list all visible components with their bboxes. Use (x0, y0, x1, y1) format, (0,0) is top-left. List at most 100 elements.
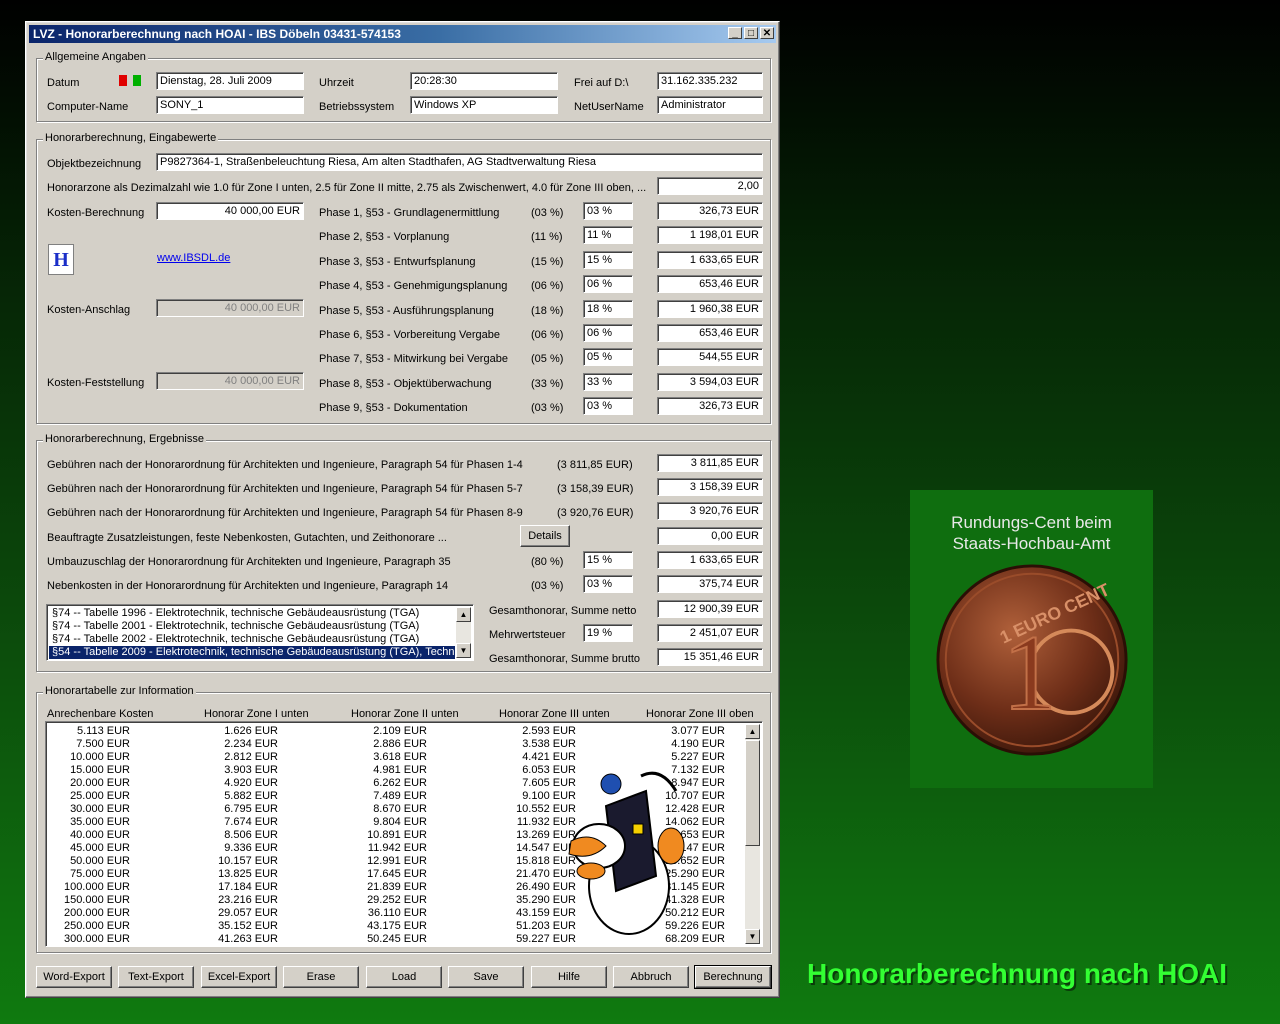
phase-pct-field[interactable]: 18 % (583, 299, 633, 318)
info-column-header: Honorar Zone III unten (499, 708, 610, 720)
ergebnis-amount-field[interactable]: 3 811,85 EUR (657, 454, 763, 472)
info-scroll-down-icon[interactable]: ▼ (745, 929, 760, 944)
phase-amount-field[interactable]: 653,46 EUR (657, 275, 763, 294)
phase-label: Phase 8, §53 - Objektüberwachung (319, 377, 492, 390)
berechnung-button[interactable]: Berechnung (694, 965, 772, 989)
phase-amount-field[interactable]: 1 960,38 EUR (657, 299, 763, 318)
save-button[interactable]: Save (448, 966, 524, 988)
frei-field[interactable]: 31.162.335.232 (657, 72, 763, 90)
tabelle-list-item[interactable]: §74 -- Tabelle 2001 - Elektrotechnik, te… (49, 620, 455, 633)
phase-amount-field[interactable]: 1 633,65 EUR (657, 250, 763, 269)
details-button[interactable]: Details (520, 525, 570, 547)
netto-amount-field[interactable]: 12 900,39 EUR (657, 600, 763, 618)
phase-pct-field[interactable]: 06 % (583, 275, 633, 294)
info-table-cell: 7.674 EUR (224, 816, 278, 828)
donald-duck-icon (568, 771, 685, 935)
os-field[interactable]: Windows XP (410, 96, 558, 114)
info-table[interactable]: 5.113 EUR 1.626 EUR 2.109 EUR 2.593 EUR 3.07… (45, 721, 763, 947)
info-scrollbar[interactable]: ▲ ▼ (745, 724, 760, 944)
phase-default-pct: (06 %) (531, 329, 564, 341)
phase-amount-field[interactable]: 3 594,03 EUR (657, 372, 763, 391)
zone-field[interactable]: 2,00 (657, 177, 763, 195)
phase-pct-field[interactable]: 15 % (583, 250, 633, 269)
info-table-cell: 5.113 EUR (77, 725, 130, 737)
info-table-cell: 29.057 EUR (218, 907, 278, 919)
kosten-anschlag-field[interactable]: 40 000,00 EUR (156, 299, 304, 317)
ergebnis-paren-amount: (3 920,76 EUR) (557, 507, 634, 519)
info-column-header: Honorar Zone III oben (646, 708, 754, 720)
datum-label: Datum (47, 77, 80, 89)
phase-pct-field[interactable]: 06 % (583, 324, 633, 342)
maximize-button[interactable]: □ (744, 27, 758, 39)
scroll-up-icon[interactable]: ▲ (456, 607, 471, 622)
datum-field[interactable]: Dienstag, 28. Juli 2009 (156, 72, 304, 90)
tabelle-scrollbar[interactable]: ▲ ▼ (456, 607, 471, 658)
ergebnis-amount-field[interactable]: 3 158,39 EUR (657, 478, 763, 496)
phase-amount-field[interactable]: 326,73 EUR (657, 397, 763, 416)
umbau-amount-field[interactable]: 1 633,65 EUR (657, 551, 763, 569)
coin-caption: Rundungs-Cent beim Staats-Hochbau-Amt (910, 512, 1153, 554)
info-table-cell: 11.942 EUR (367, 842, 427, 854)
excel-export-button[interactable]: Excel-Export (201, 966, 277, 988)
info-table-cell: 4.920 EUR (224, 777, 278, 789)
phase-amount-field[interactable]: 1 198,01 EUR (657, 226, 763, 245)
phase-pct-field[interactable]: 03 % (583, 202, 633, 220)
phase-pct-field[interactable]: 11 % (583, 226, 633, 245)
brutto-label: Gesamthonorar, Summe brutto (489, 653, 641, 665)
computer-field[interactable]: SONY_1 (156, 96, 304, 114)
load-button[interactable]: Load (366, 966, 442, 988)
text-export-button[interactable]: Text-Export (118, 966, 194, 988)
objekt-field[interactable]: P9827364-1, Straßenbeleuchtung Riesa, Am… (156, 153, 763, 171)
group-title-ergebnisse: Honorarberechnung, Ergebnisse (43, 433, 206, 445)
phase-label: Phase 2, §53 - Vorplanung (319, 231, 450, 244)
hoai-document-icon[interactable]: H (48, 244, 74, 275)
info-table-cell: 50.245 EUR (367, 933, 427, 945)
abbruch-button[interactable]: Abbruch (613, 966, 689, 988)
info-table-cell: 20.000 EUR (70, 777, 130, 789)
brutto-amount-field[interactable]: 15 351,46 EUR (657, 648, 763, 666)
info-table-cell: 21.839 EUR (367, 881, 427, 893)
info-scroll-thumb[interactable] (745, 740, 760, 846)
info-scroll-up-icon[interactable]: ▲ (745, 724, 760, 739)
phase-pct-field[interactable]: 05 % (583, 348, 633, 367)
neben-amount-field[interactable]: 375,74 EUR (657, 575, 763, 593)
euro-cent-coin-icon: 1 1 EURO CENT (936, 564, 1128, 756)
netuser-field[interactable]: Administrator (657, 96, 763, 114)
uhrzeit-field[interactable]: 20:28:30 (410, 72, 558, 90)
phase-pct-field[interactable]: 33 % (583, 372, 633, 391)
status-led-red (119, 75, 127, 86)
ergebnis-amount-field[interactable]: 3 920,76 EUR (657, 502, 763, 520)
phase-amount-field[interactable]: 544,55 EUR (657, 348, 763, 367)
mwst-amount-field[interactable]: 2 451,07 EUR (657, 624, 763, 642)
kosten-feststellung-field[interactable]: 40 000,00 EUR (156, 372, 304, 390)
erase-button[interactable]: Erase (283, 966, 359, 988)
zusatz-amount-field[interactable]: 0,00 EUR (657, 527, 763, 545)
tabelle-list-item[interactable]: §74 -- Tabelle 1996 - Elektrotechnik, te… (49, 607, 455, 620)
info-table-cell: 9.336 EUR (224, 842, 278, 854)
phase-pct-field[interactable]: 03 % (583, 397, 633, 416)
ergebnis-paren-amount: (3 158,39 EUR) (557, 483, 634, 495)
group-title-allgemein: Allgemeine Angaben (43, 51, 148, 63)
umbau-pct-field[interactable]: 15 % (583, 551, 633, 569)
phase-default-pct: (18 %) (531, 304, 564, 317)
phase-amount-field[interactable]: 653,46 EUR (657, 324, 763, 342)
group-title-eingabe: Honorarberechnung, Eingabewerte (43, 132, 219, 144)
phase-amount-field[interactable]: 326,73 EUR (657, 202, 763, 220)
status-led-green (133, 75, 141, 86)
info-table-cell: 4.981 EUR (373, 764, 427, 776)
tabelle-listbox[interactable]: §74 -- Tabelle 1996 - Elektrotechnik, te… (46, 604, 474, 661)
word-export-button[interactable]: Word-Export (36, 966, 112, 988)
minimize-button[interactable]: _ (728, 27, 742, 39)
mwst-pct-field[interactable]: 19 % (583, 624, 633, 642)
hilfe-button[interactable]: Hilfe (531, 966, 607, 988)
tabelle-list-item[interactable]: §74 -- Tabelle 2002 - Elektrotechnik, te… (49, 633, 455, 646)
kosten-berechnung-field[interactable]: 40 000,00 EUR (156, 202, 304, 220)
ibsdl-link[interactable]: www.IBSDL.de (157, 252, 230, 264)
title-bar[interactable]: LVZ - Honorarberechnung nach HOAI - IBS … (29, 25, 776, 43)
tabelle-list-item[interactable]: §54 -- Tabelle 2009 - Elektrotechnik, te… (49, 646, 455, 659)
scroll-down-icon[interactable]: ▼ (456, 643, 471, 658)
neben-pct-field[interactable]: 03 % (583, 575, 633, 593)
close-button[interactable]: ✕ (760, 27, 774, 39)
info-table-cell: 40.000 EUR (70, 829, 130, 841)
objekt-label: Objektbezeichnung (47, 158, 142, 170)
